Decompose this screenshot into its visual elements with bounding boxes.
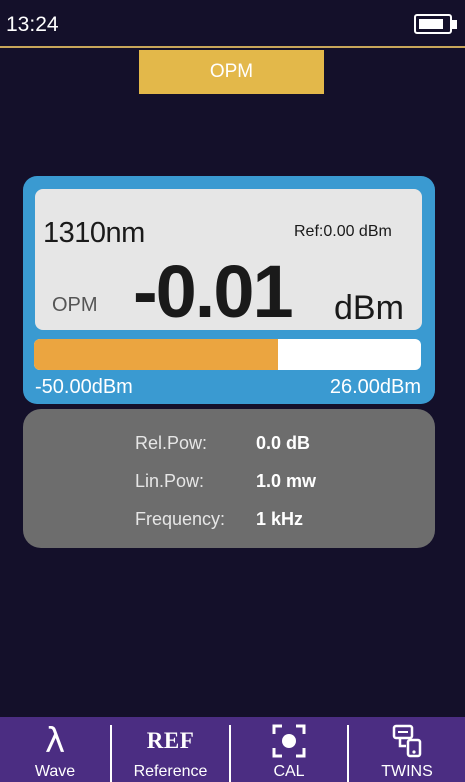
info-value: 0.0 dB — [256, 433, 311, 453]
calibration-target-icon — [231, 723, 347, 759]
power-unit: dBm — [334, 289, 404, 327]
wave-button-label: Wave — [34, 763, 76, 780]
wave-button[interactable]: λ Wave — [0, 717, 110, 782]
cal-button-label: CAL — [273, 763, 305, 780]
power-reading: -0.01 — [133, 250, 294, 333]
power-meter-card: 1310nm Ref:0.00 dBm OPM -0.01 dBm -50.00… — [23, 176, 435, 404]
twins-devices-icon — [349, 723, 465, 759]
lambda-icon: λ — [44, 721, 66, 761]
range-max-label: 26.00dBm — [329, 376, 421, 398]
info-value: 1.0 mw — [256, 471, 317, 491]
battery-icon — [414, 14, 452, 34]
power-level-bar — [34, 339, 421, 370]
ref-icon: REF — [146, 728, 195, 753]
info-label: Frequency: — [135, 509, 226, 529]
info-label: Lin.Pow: — [135, 471, 205, 491]
clock: 13:24 — [6, 13, 59, 36]
reference-value: Ref:0.00 dBm — [294, 223, 392, 240]
reference-button[interactable]: REF Reference — [112, 717, 229, 782]
power-level-fill — [34, 339, 278, 370]
twins-button[interactable]: TWINS — [349, 717, 465, 782]
mode-tab-opm[interactable]: OPM — [139, 50, 324, 94]
twins-button-label: TWINS — [381, 763, 433, 780]
cal-button[interactable]: CAL — [231, 717, 347, 782]
mode-label: OPM — [52, 294, 98, 316]
measurement-info-card: Rel.Pow: 0.0 dB Lin.Pow: 1.0 mw Frequenc… — [23, 409, 435, 548]
info-label: Rel.Pow: — [135, 433, 208, 453]
status-bar: 13:24 — [0, 0, 465, 48]
reading-panel: 1310nm Ref:0.00 dBm OPM -0.01 dBm — [35, 189, 422, 333]
reference-button-label: Reference — [133, 763, 208, 780]
wavelength-label: 1310nm — [43, 217, 145, 249]
info-value: 1 kHz — [256, 509, 304, 529]
battery-level-fill — [419, 19, 443, 29]
bottom-toolbar: λ Wave REF Reference CAL TWINS — [0, 717, 465, 782]
range-min-label: -50.00dBm — [35, 376, 133, 398]
battery-cap — [452, 20, 457, 29]
